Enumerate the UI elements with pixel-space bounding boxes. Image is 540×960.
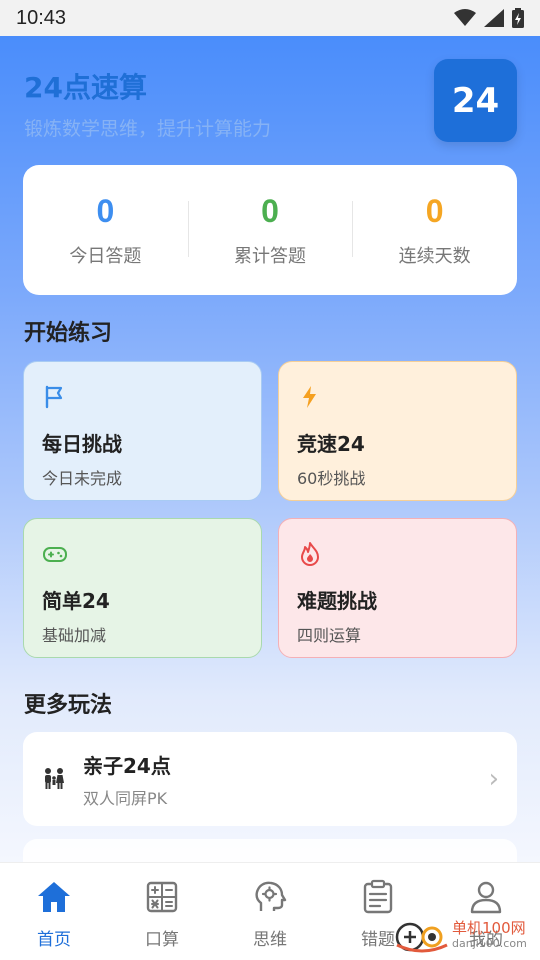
list-item-family-24[interactable]: 亲子24点 双人同屏PK ›	[23, 732, 517, 826]
nav-item-mental-math[interactable]: 口算	[108, 863, 216, 960]
clipboard-icon	[363, 879, 393, 914]
gamepad-icon	[43, 547, 67, 562]
tile-daily-challenge[interactable]: 每日挑战 今日未完成	[23, 361, 262, 501]
stat-label: 连续天数	[398, 245, 471, 267]
watermark-url: danji100.com	[452, 936, 527, 950]
tile-title: 每日挑战	[42, 432, 122, 456]
site-watermark: 单机100网 danji100.com	[392, 910, 540, 960]
tile-subtitle: 今日未完成	[42, 469, 123, 488]
tile-subtitle: 基础加减	[42, 626, 107, 645]
tile-speed-24[interactable]: 竞速24 60秒挑战	[278, 361, 517, 501]
list-item-partial[interactable]	[23, 839, 517, 862]
list-item-title: 亲子24点	[83, 753, 171, 778]
app-title: 24点速算	[24, 71, 147, 104]
nav-item-thinking[interactable]: 思维	[216, 863, 324, 960]
stats-card: 0 今日答题 0 累计答题 0 连续天数	[23, 165, 517, 295]
stat-total: 0 累计答题	[187, 192, 353, 268]
tile-subtitle: 四则运算	[297, 626, 362, 645]
app-subtitle: 锻炼数学思维，提升计算能力	[24, 118, 272, 140]
nav-label: 首页	[37, 930, 71, 950]
section-title-practice: 开始练习	[24, 321, 113, 346]
calculator-icon	[146, 881, 178, 913]
watermark-logo-icon	[395, 922, 448, 953]
lightning-icon	[303, 386, 316, 408]
status-time: 10:43	[16, 6, 67, 29]
app-background: 24点速算 锻炼数学思维，提升计算能力 24 0 今日答题 0 累计答题 0 连…	[0, 36, 540, 862]
brain-gear-icon	[255, 881, 287, 911]
stat-value: 0	[96, 192, 115, 229]
tile-subtitle: 60秒挑战	[297, 469, 366, 488]
stat-today: 0 今日答题	[23, 193, 188, 268]
family-icon	[45, 768, 64, 789]
stat-label: 累计答题	[234, 245, 306, 267]
signal-icon	[484, 9, 504, 27]
tile-title: 难题挑战	[297, 589, 377, 613]
tile-title: 简单24	[42, 589, 110, 613]
list-item-subtitle: 双人同屏PK	[83, 788, 168, 808]
section-title-more: 更多玩法	[24, 693, 113, 718]
stat-label: 今日答题	[69, 245, 142, 267]
flag-icon	[45, 385, 63, 409]
nav-item-home[interactable]: 首页	[0, 863, 108, 960]
watermark-text: 单机100网	[452, 919, 526, 938]
stat-streak: 0 连续天数	[352, 193, 517, 268]
fire-icon	[301, 542, 319, 566]
wifi-icon	[454, 9, 476, 26]
chevron-right-icon: ›	[488, 764, 499, 794]
tile-title: 竞速24	[297, 432, 365, 456]
stat-value: 0	[425, 192, 444, 229]
tile-easy-24[interactable]: 简单24 基础加减	[23, 518, 262, 658]
nav-label: 错题	[361, 930, 395, 950]
app-logo-badge: 24	[434, 59, 517, 142]
nav-label: 思维	[253, 930, 287, 950]
tile-hard-challenge[interactable]: 难题挑战 四则运算	[278, 518, 517, 658]
home-icon	[38, 882, 70, 912]
status-icons	[454, 8, 524, 28]
battery-icon	[512, 8, 524, 28]
list-item-text: 亲子24点 双人同屏PK	[83, 750, 489, 809]
watermark-text-block: 单机100网 danji100.com	[452, 920, 527, 950]
nav-label: 口算	[145, 930, 179, 950]
stat-value: 0	[261, 192, 279, 229]
status-bar: 10:43	[0, 0, 540, 36]
